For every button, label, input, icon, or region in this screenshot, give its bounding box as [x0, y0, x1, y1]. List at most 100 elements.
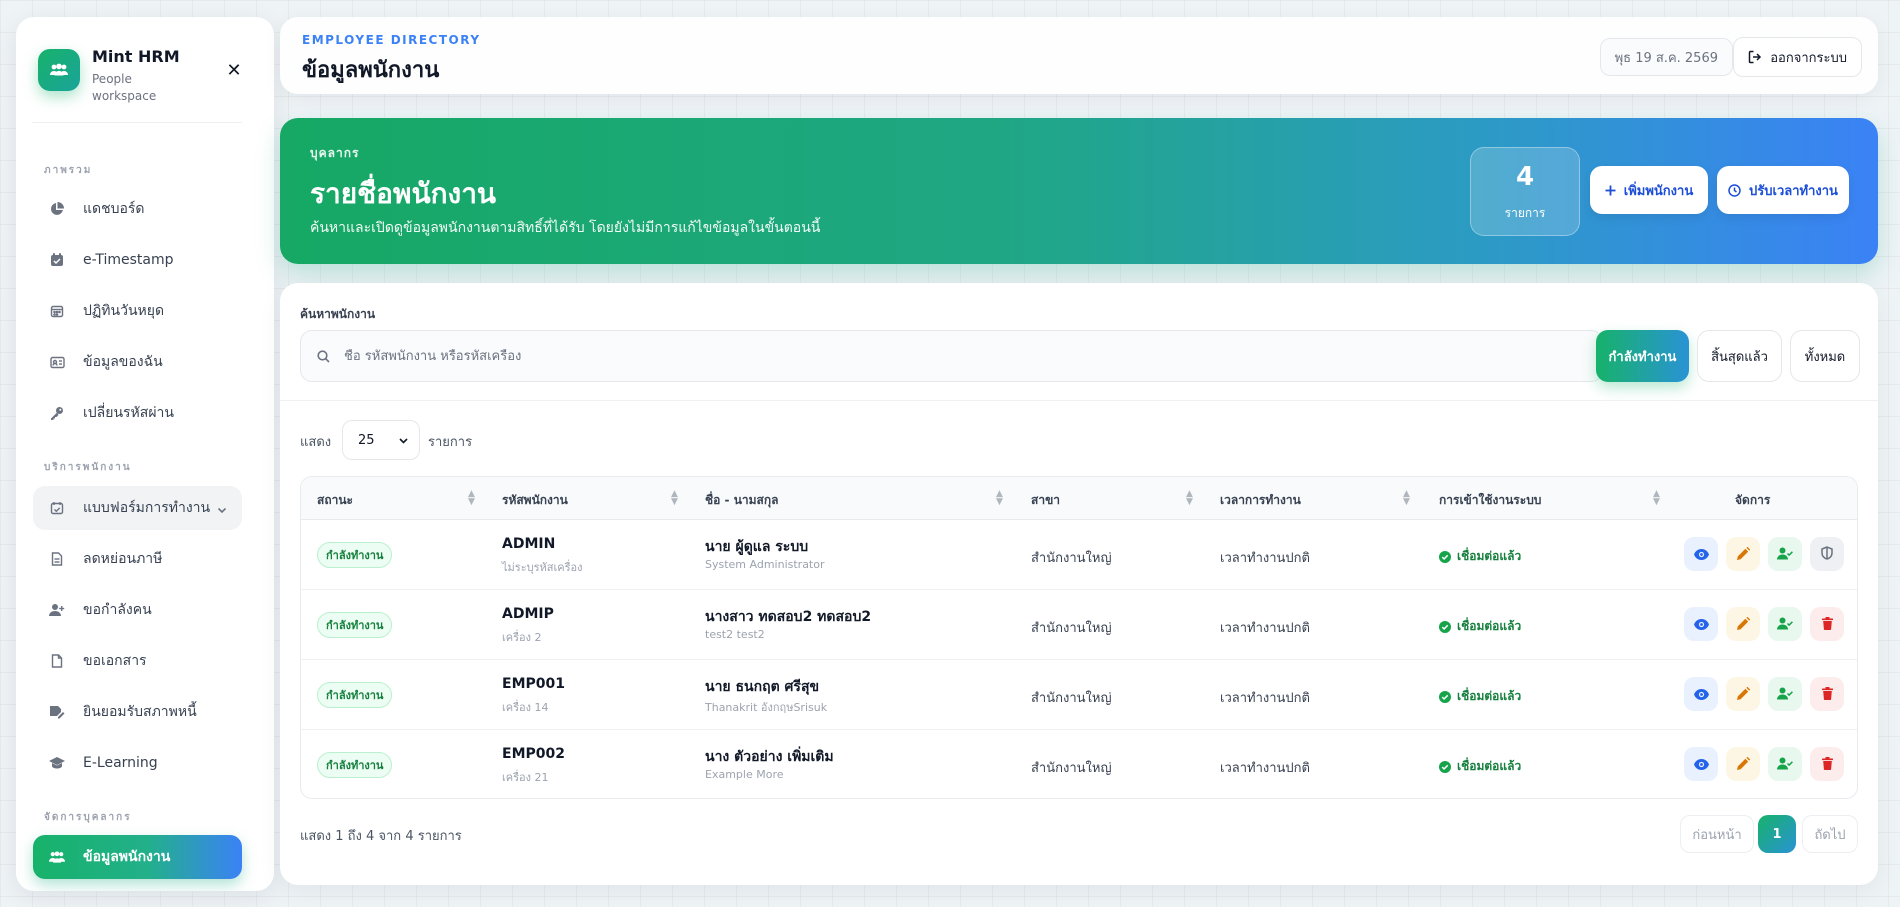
chevron-down-icon [398, 435, 409, 446]
page-size-select[interactable]: 25 [342, 420, 420, 460]
pagination-page-1[interactable]: 1 [1758, 815, 1796, 853]
branch: สำนักงานใหญ่ [1031, 551, 1112, 566]
sidebar-item-label: เปลี่ยนรหัสผ่าน [83, 405, 174, 421]
page-size-suffix: รายการ [428, 435, 473, 450]
sidebar-item-holiday-calendar[interactable]: ปฏิทินวันหยุด [33, 289, 242, 333]
column-header-status[interactable]: สถานะ [317, 491, 353, 510]
view-button[interactable] [1684, 747, 1718, 781]
sidebar-item-label: ปฏิทินวันหยุด [83, 303, 165, 319]
sort-icon[interactable]: ▲ ▼ [1653, 490, 1660, 507]
sidebar-item-employee-data[interactable]: ข้อมูลพนักงาน [33, 835, 242, 879]
logout-button[interactable]: ออกจากระบบ [1733, 37, 1862, 77]
security-button[interactable] [1810, 537, 1844, 571]
column-header-full-name[interactable]: ชื่อ - นามสกุล [705, 491, 778, 510]
sidebar-item-e-learning[interactable]: E-Learning [33, 741, 242, 785]
signature-icon [49, 704, 65, 720]
edit-button[interactable] [1726, 677, 1760, 711]
nav-section-employee-services: บริการพนักงาน [44, 462, 132, 473]
sort-icon[interactable]: ▲ ▼ [1403, 490, 1410, 507]
sidebar-item-change-password[interactable]: เปลี่ยนรหัสผ่าน [33, 391, 242, 435]
search-icon [317, 349, 330, 363]
check-circle-icon [1439, 550, 1451, 563]
key-icon [49, 405, 65, 421]
edit-button[interactable] [1726, 747, 1760, 781]
delete-button[interactable] [1810, 747, 1844, 781]
sidebar-item-tax-deduction[interactable]: ลดหย่อนภาษี [33, 537, 242, 581]
sidebar-item-work-forms[interactable]: แบบฟอร์มการทำงาน [33, 486, 242, 530]
user-access-button[interactable] [1768, 537, 1802, 571]
pencil-icon [1736, 615, 1750, 634]
chevron-down-icon [216, 501, 228, 520]
search-input[interactable] [344, 348, 1544, 364]
sidebar-item-my-profile[interactable]: ข้อมูลของฉัน [33, 340, 242, 384]
edit-button[interactable] [1726, 537, 1760, 571]
section-divider [280, 400, 1878, 401]
employee-name-en: Example More [705, 768, 784, 781]
column-header-employee-code[interactable]: รหัสพนักงาน [502, 491, 568, 510]
employee-name: นาง ตัวอย่าง เพิ่มเติม [705, 749, 834, 765]
id-card-icon [49, 354, 65, 370]
calendar-icon [49, 303, 65, 319]
date-chip: พุธ 19 ส.ค. 2569 [1599, 38, 1733, 76]
column-header-system-access[interactable]: การเข้าใช้งานระบบ [1439, 491, 1541, 510]
sort-icon[interactable]: ▲ ▼ [468, 490, 475, 507]
eye-icon [1693, 545, 1709, 564]
employee-count-label: รายการ [1504, 206, 1546, 220]
work-time: เวลาทำงานปกติ [1220, 551, 1310, 566]
hero-banner: บุคลากร รายชื่อพนักงาน ค้นหาและเปิดดูข้อ… [280, 118, 1878, 264]
nav-section-overview: ภาพรวม [44, 165, 93, 176]
delete-button[interactable] [1810, 607, 1844, 641]
sidebar-item-label: ข้อมูลพนักงาน [83, 849, 171, 865]
user-access-button[interactable] [1768, 607, 1802, 641]
access-status: เชื่อมต่อแล้ว [1439, 687, 1521, 706]
view-button[interactable] [1684, 537, 1718, 571]
hero-title: รายชื่อพนักงาน [310, 177, 497, 210]
device-code: ไม่ระบุรหัสเครื่อง [502, 561, 583, 574]
view-button[interactable] [1684, 677, 1718, 711]
table-row: กำลังทำงาน EMP002 เครื่อง 21 นาง ตัวอย่า… [301, 730, 1857, 798]
sidebar-item-document-request[interactable]: ขอเอกสาร [33, 639, 242, 683]
user-access-button[interactable] [1768, 677, 1802, 711]
filter-all-button[interactable]: ทั้งหมด [1790, 330, 1860, 382]
search-box[interactable] [300, 330, 1603, 382]
check-circle-icon [1439, 690, 1451, 703]
column-header-branch[interactable]: สาขา [1031, 491, 1060, 510]
sidebar-item-debt-acknowledgement[interactable]: ยินยอมรับสภาพหนี้ [33, 690, 242, 734]
sort-icon[interactable]: ▲ ▼ [671, 490, 678, 507]
filter-active-button[interactable]: กำลังทำงาน [1596, 330, 1689, 382]
status-badge: กำลังทำงาน [317, 752, 393, 778]
column-header-actions: จัดการ [1735, 493, 1771, 507]
filter-resigned-button[interactable]: สิ้นสุดแล้ว [1697, 330, 1782, 382]
access-status: เชื่อมต่อแล้ว [1439, 757, 1521, 776]
pagination-next-button[interactable]: ถัดไป [1802, 815, 1858, 853]
edit-button[interactable] [1726, 607, 1760, 641]
delete-button[interactable] [1810, 677, 1844, 711]
sort-icon[interactable]: ▲ ▼ [996, 490, 1003, 507]
sidebar-item-manpower-request[interactable]: ขอกำลังคน [33, 588, 242, 632]
add-employee-button[interactable]: เพิ่มพนักงาน [1590, 166, 1708, 214]
access-status-label: เชื่อมต่อแล้ว [1457, 689, 1522, 703]
sidebar-item-dashboard[interactable]: แดชบอร์ด [33, 187, 242, 231]
pencil-icon [1736, 685, 1750, 704]
column-header-work-time[interactable]: เวลาการทำงาน [1220, 491, 1301, 510]
access-status-label: เชื่อมต่อแล้ว [1457, 549, 1522, 563]
pagination-prev-button[interactable]: ก่อนหน้า [1680, 815, 1754, 853]
file-icon [49, 653, 65, 669]
page-header: EMPLOYEE DIRECTORY ข้อมูลพนักงาน พุธ 19 … [280, 17, 1878, 94]
pencil-icon [1736, 545, 1750, 564]
adjust-work-time-button[interactable]: ปรับเวลาทำงาน [1717, 166, 1849, 214]
sidebar-item-label: แดชบอร์ด [83, 201, 145, 217]
brand-name: Mint HRM [92, 47, 180, 66]
user-access-button[interactable] [1768, 747, 1802, 781]
sidebar-divider [32, 122, 242, 123]
sort-icon[interactable]: ▲ ▼ [1186, 490, 1193, 507]
status-badge: กำลังทำงาน [317, 682, 393, 708]
sidebar-item-label: ยินยอมรับสภาพหนี้ [83, 704, 197, 720]
view-button[interactable] [1684, 607, 1718, 641]
table-row: กำลังทำงาน ADMIN ไม่ระบุรหัสเครื่อง นาย … [301, 520, 1857, 590]
table-row: กำลังทำงาน ADMIP เครื่อง 2 นางสาว ทดสอบ2… [301, 590, 1857, 660]
sidebar-item-e-timestamp[interactable]: e-Timestamp [33, 238, 242, 282]
close-icon[interactable]: ✕ [224, 61, 244, 81]
user-check-icon [1777, 685, 1793, 704]
sidebar-item-label: E-Learning [83, 755, 158, 771]
